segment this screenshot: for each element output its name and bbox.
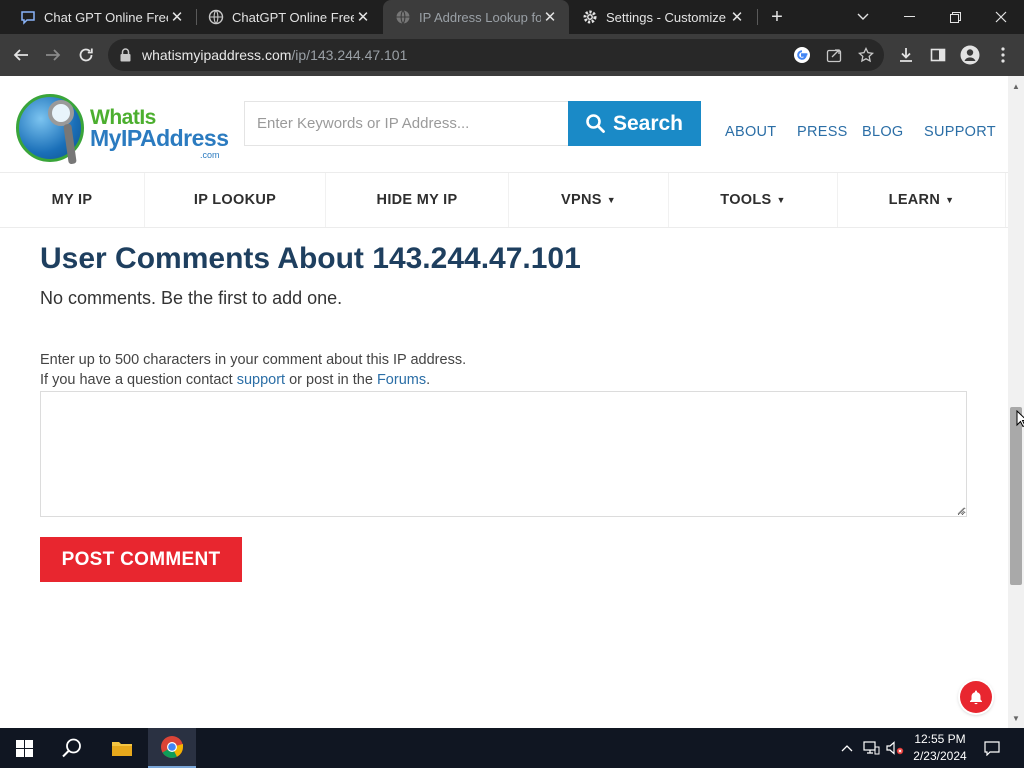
chrome-taskbar-icon[interactable] [148, 728, 196, 768]
forward-arrow-icon[interactable] [40, 42, 66, 68]
nav-item-label: HIDE MY IP [376, 192, 458, 208]
download-icon[interactable] [895, 44, 917, 66]
browser-tab-3[interactable]: Settings - Customize p ✕ [570, 0, 756, 34]
comment-help-text: If you have a question contact support o… [40, 372, 430, 388]
globe-icon [395, 9, 411, 25]
network-icon[interactable] [860, 728, 882, 768]
browser-tab-strip: Chat GPT Online Free - ✕ ChatGPT Online … [0, 0, 1024, 34]
nav-item-label: MY IP [51, 192, 93, 208]
top-link-support[interactable]: SUPPORT [924, 124, 996, 140]
taskbar-clock[interactable]: 12:55 PM 2/23/2024 [905, 731, 975, 765]
close-icon[interactable]: ✕ [728, 8, 746, 26]
comment-textarea[interactable] [40, 391, 967, 517]
search-button-label: Search [612, 111, 684, 135]
reload-icon[interactable] [73, 42, 99, 68]
close-icon[interactable]: ✕ [541, 8, 559, 26]
no-comments-text: No comments. Be the first to add one. [40, 288, 343, 308]
volume-muted-icon[interactable] [884, 728, 906, 768]
profile-avatar-icon[interactable] [959, 44, 981, 66]
tab-title: IP Address Lookup for [419, 9, 541, 25]
support-link[interactable]: support [237, 372, 285, 388]
site-logo[interactable]: WhatIs MyIPAddress .com [16, 94, 229, 166]
nav-item-label: VPNS [561, 192, 602, 208]
tab-separator [757, 9, 758, 25]
minimize-button[interactable] [886, 0, 932, 34]
help-text-prefix: If you have a question contact [40, 372, 237, 388]
close-icon[interactable]: ✕ [354, 8, 372, 26]
nav-item-ip-lookup[interactable]: IP LOOKUP [145, 173, 326, 227]
windows-taskbar: 12:55 PM 2/23/2024 [0, 728, 1024, 768]
top-link-about[interactable]: ABOUT [725, 124, 776, 140]
tab-title: Chat GPT Online Free - [44, 9, 168, 25]
top-link-blog[interactable]: BLOG [862, 124, 904, 140]
logo-text-myipaddress: MyIPAddress [90, 125, 229, 151]
help-text-suffix: . [426, 372, 431, 388]
url-path: /ip/143.244.47.101 [291, 47, 408, 63]
clock-date: 2/23/2024 [913, 749, 967, 763]
notification-center-icon[interactable] [978, 728, 1006, 768]
top-link-press[interactable]: PRESS [797, 124, 848, 140]
browser-tab-1[interactable]: ChatGPT Online Free | f ✕ [196, 0, 382, 34]
tab-search-chevron-down-icon[interactable] [840, 0, 886, 34]
caret-down-icon: ▼ [606, 195, 616, 205]
search-input[interactable] [245, 102, 568, 145]
bookmark-star-icon[interactable] [856, 45, 876, 65]
tab-title: ChatGPT Online Free | f [232, 9, 354, 25]
url-domain: whatismyipaddress.com [142, 47, 292, 63]
browser-tab-2[interactable]: IP Address Lookup for ✕ [383, 0, 569, 34]
side-panel-icon[interactable] [927, 44, 949, 66]
share-icon[interactable] [824, 45, 844, 65]
lock-icon[interactable] [120, 48, 131, 67]
clock-time: 12:55 PM [914, 732, 966, 746]
address-bar[interactable]: whatismyipaddress.com/ip/143.244.47.101 [108, 39, 884, 71]
search-button[interactable]: Search [568, 101, 701, 146]
nav-item-my-ip[interactable]: MY IP [0, 173, 145, 227]
scroll-up-arrow-icon[interactable]: ▲ [1011, 82, 1021, 92]
comment-instructions: Enter up to 500 characters in your comme… [40, 352, 467, 368]
logo-text-com: .com [200, 150, 220, 160]
restore-button[interactable] [932, 0, 978, 34]
search-icon[interactable] [48, 728, 96, 768]
help-text-middle: or post in the [285, 372, 377, 388]
page-title: User Comments About 143.244.47.101 [40, 242, 581, 275]
browser-toolbar: whatismyipaddress.com/ip/143.244.47.101 [0, 34, 1024, 76]
mouse-cursor-icon [1016, 410, 1024, 428]
caret-down-icon: ▼ [945, 195, 955, 205]
search-box [244, 101, 569, 146]
nav-item-learn[interactable]: LEARN ▼ [838, 173, 1006, 227]
nav-item-hide-my-ip[interactable]: HIDE MY IP [326, 173, 509, 227]
notification-bell-icon[interactable] [960, 681, 992, 713]
nav-item-label: LEARN [888, 192, 941, 208]
post-comment-button[interactable]: POST COMMENT [40, 537, 242, 582]
url-text: whatismyipaddress.com/ip/143.244.47.101 [142, 47, 407, 63]
scrollbar-thumb[interactable] [1010, 407, 1022, 585]
forums-link[interactable]: Forums [377, 372, 426, 388]
menu-kebab-icon[interactable] [992, 44, 1014, 66]
magnifier-logo-icon [48, 100, 74, 126]
nav-item-label: IP LOOKUP [193, 192, 277, 208]
close-window-button[interactable] [978, 0, 1024, 34]
web-page: WhatIs MyIPAddress .com Search ABOUT PRE… [0, 76, 1008, 728]
resize-grip-icon[interactable] [955, 505, 965, 515]
browser-tab-0[interactable]: Chat GPT Online Free - ✕ [8, 0, 196, 34]
nav-item-vpns[interactable]: VPNS ▼ [509, 173, 669, 227]
nav-item-tools[interactable]: TOOLS ▼ [669, 173, 838, 227]
file-explorer-folder-icon[interactable] [98, 728, 146, 768]
new-tab-button[interactable]: + [766, 6, 788, 28]
tab-title: Settings - Customize p [606, 9, 728, 25]
page-scrollbar[interactable] [1008, 76, 1024, 728]
back-arrow-icon[interactable] [8, 42, 34, 68]
main-nav: MY IP IP LOOKUP HIDE MY IP VPNS ▼ TOOLS ▼ … [0, 172, 1008, 228]
close-icon[interactable]: ✕ [168, 8, 186, 26]
tray-chevron-up-icon[interactable] [837, 728, 857, 768]
nav-item-label: TOOLS [720, 192, 772, 208]
google-lens-icon[interactable] [792, 45, 812, 65]
gear-icon [582, 9, 598, 25]
scroll-down-arrow-icon[interactable]: ▼ [1011, 714, 1021, 724]
windows-start-icon[interactable] [0, 728, 48, 768]
globe-icon [208, 9, 224, 25]
search-icon [586, 114, 605, 133]
caret-down-icon: ▼ [776, 195, 786, 205]
chat-bubble-icon [20, 9, 36, 25]
